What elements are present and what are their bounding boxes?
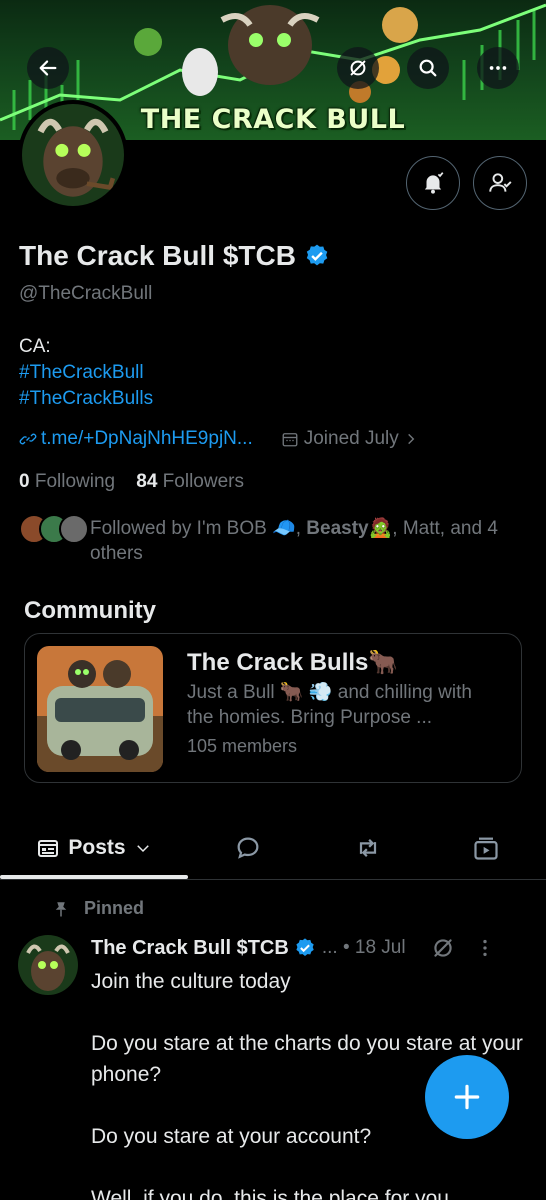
more-icon (489, 66, 507, 70)
followers-count: 84 (136, 471, 158, 492)
pin-icon (55, 901, 67, 916)
community-members: 105 members (187, 736, 298, 756)
community-heading: Community (24, 597, 156, 624)
person-check-icon (489, 173, 512, 192)
community-title: The Crack Bulls🐂 (187, 649, 399, 676)
bull-avatar-image (18, 935, 78, 995)
community-card[interactable]: The Crack Bulls🐂 Just a Bull 🐂 💨 and chi… (24, 633, 522, 783)
post-paragraph: Join the culture today (91, 970, 291, 993)
followers-link[interactable]: 84 Followers (136, 471, 244, 492)
active-tab-indicator (0, 875, 188, 879)
chevron-right-icon (407, 433, 415, 445)
tab-reposts[interactable] (342, 818, 394, 878)
profile-bio: CA: #TheCrackBull #TheCrackBulls (19, 334, 153, 412)
search-icon (419, 59, 437, 77)
profile-handle: @TheCrackBull (19, 283, 153, 304)
hashtag-link[interactable]: #TheCrackBulls (19, 386, 153, 412)
hashtag-link[interactable]: #TheCrackBull (19, 360, 153, 386)
joined-date[interactable]: Joined July (281, 428, 418, 450)
bell-check-icon (424, 172, 444, 194)
profile-tabs: Posts (0, 818, 546, 880)
joined-text: Joined July (303, 428, 399, 449)
community-description: Just a Bull 🐂 💨 and chilling with the ho… (187, 682, 472, 728)
grok-icon[interactable] (430, 935, 456, 961)
more-button[interactable] (477, 47, 519, 89)
media-icon (474, 837, 498, 860)
profile-meta: t.me/+DpNajNhHE9pjN... Joined July (19, 428, 418, 450)
plus-icon (454, 1084, 480, 1110)
post-author-name[interactable]: The Crack Bull $TCB (91, 937, 289, 960)
more-vertical-icon[interactable] (474, 937, 496, 959)
tab-replies[interactable] (222, 818, 274, 878)
verified-badge-icon[interactable] (294, 937, 316, 959)
tab-media[interactable] (460, 818, 512, 878)
back-button[interactable] (27, 47, 69, 89)
notifications-button[interactable] (406, 156, 460, 210)
link-icon (19, 433, 37, 445)
profile-link[interactable]: t.me/+DpNajNhHE9pjN... (19, 428, 253, 450)
profile-link-text[interactable]: t.me/+DpNajNhHE9pjN... (41, 428, 253, 450)
pinned-label: Pinned (84, 898, 145, 918)
grok-button[interactable] (337, 47, 379, 89)
community-artwork (37, 646, 163, 772)
followed-by-avatars[interactable] (19, 514, 89, 544)
community-image (37, 646, 163, 772)
following-label: Following (34, 471, 116, 492)
chevron-down-icon (136, 845, 149, 853)
followers-label: Followers (162, 471, 244, 492)
profile-avatar[interactable] (18, 100, 128, 210)
compose-button[interactable] (425, 1055, 509, 1139)
following-button[interactable] (473, 156, 527, 210)
post-header: The Crack Bull $TCB ... • 18 Jul (91, 935, 531, 961)
followed-by-text[interactable]: Followed by I'm BOB 🧢, Beasty🧟, Matt, an… (90, 516, 530, 566)
posts-icon (38, 840, 59, 857)
avatar (59, 514, 89, 544)
bull-avatar-image (22, 104, 124, 206)
tab-posts[interactable]: Posts (0, 818, 188, 878)
following-count: 0 (19, 471, 30, 492)
arrow-left-icon (39, 60, 57, 76)
post-author-avatar[interactable] (18, 935, 78, 995)
profile-name: The Crack Bull $TCB (19, 240, 330, 272)
follow-counts: 0 Following 84 Followers (19, 471, 244, 493)
repost-icon (359, 839, 377, 857)
followed-by-bold-name: Beasty (306, 518, 369, 539)
calendar-icon (282, 433, 298, 447)
post-meta: ... • 18 Jul (321, 937, 406, 958)
tab-posts-label: Posts (68, 836, 126, 859)
reply-icon (237, 837, 259, 859)
profile-name-text: The Crack Bull $TCB (19, 240, 296, 271)
pinned-indicator: Pinned (52, 898, 144, 919)
verified-badge-icon[interactable] (304, 243, 330, 269)
followed-by-prefix: Followed by I'm BOB 🧢, (90, 518, 307, 539)
post-paragraph: Well, if you do, this is the place for y… (91, 1187, 449, 1200)
following-link[interactable]: 0 Following (19, 471, 115, 492)
grok-icon (350, 60, 366, 76)
search-button[interactable] (407, 47, 449, 89)
bio-ca-label: CA: (19, 336, 51, 357)
